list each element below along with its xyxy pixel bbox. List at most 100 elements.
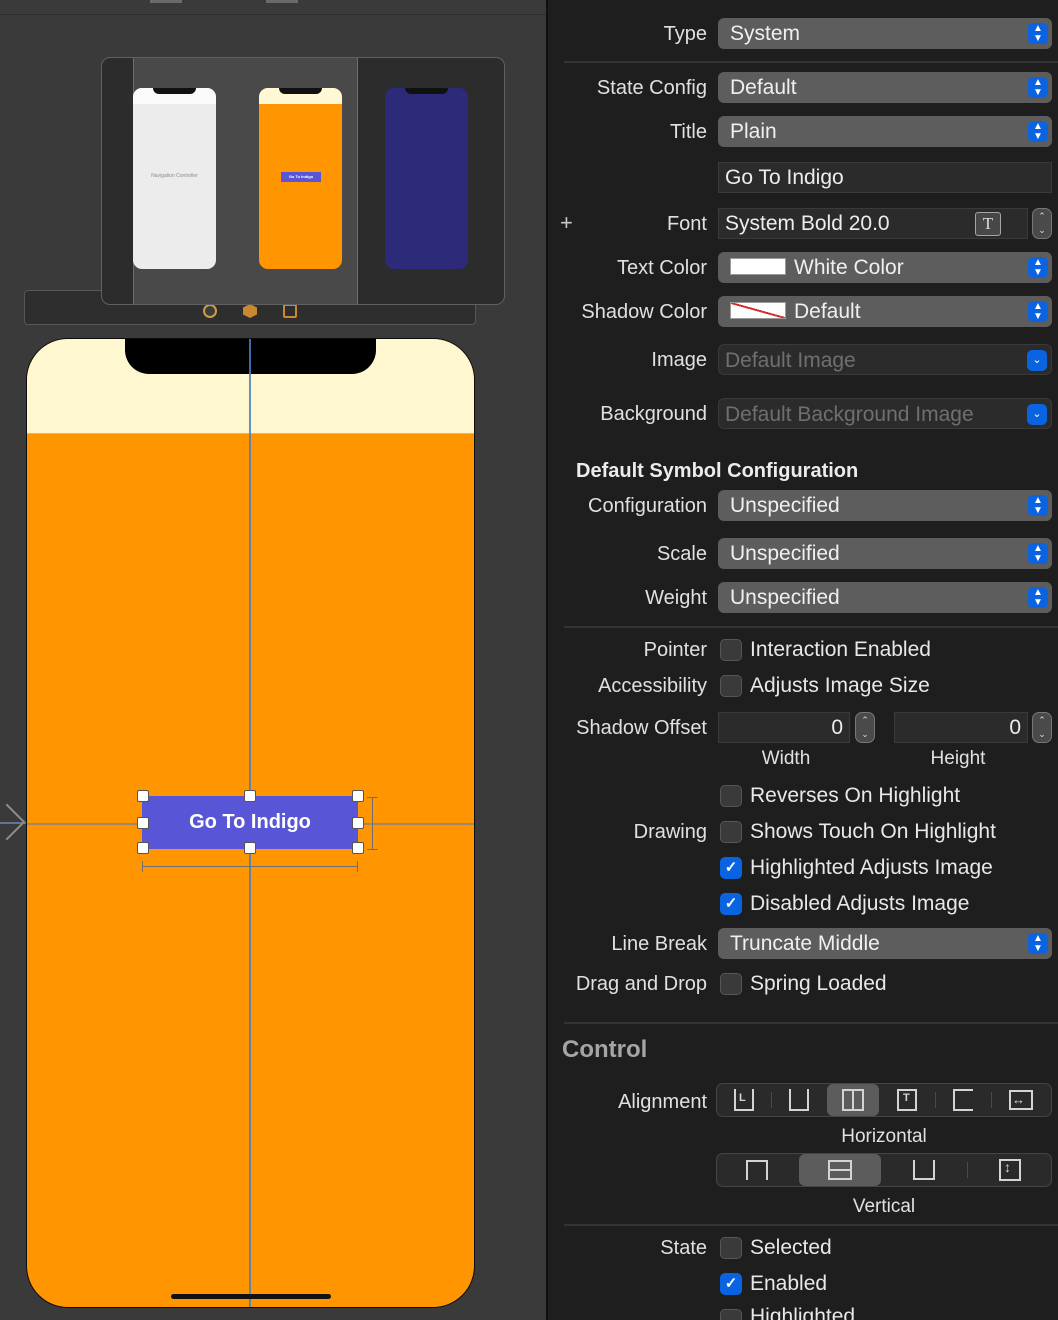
reverses-on-highlight-label: Reverses On Highlight — [750, 784, 961, 807]
align-vtop-button[interactable] — [719, 1154, 797, 1186]
selected-checkbox[interactable] — [720, 1237, 742, 1259]
align-vbottom-button[interactable] — [883, 1154, 965, 1186]
symbol-config-heading: Default Symbol Configuration — [576, 460, 859, 482]
spring-loaded-checkbox[interactable] — [720, 973, 742, 995]
attributes-inspector: Type System ▲ ▼ State Config Default ▲ ▼ T… — [548, 0, 1058, 1320]
chevron-down-icon: ⌄ — [1027, 350, 1047, 371]
canvas-top-border — [0, 14, 546, 15]
highlighted-checkbox[interactable] — [720, 1309, 742, 1320]
image-combo[interactable]: Default Image ⌄ — [718, 344, 1052, 375]
resize-handle[interactable] — [244, 790, 256, 802]
shadow-color-popup[interactable]: Default ▲ ▼ — [718, 296, 1052, 327]
shadow-offset-width-field[interactable]: 0 — [718, 712, 850, 743]
height-caption: Height — [930, 748, 986, 769]
highlighted-adjusts-image-checkbox[interactable]: ✓ — [720, 857, 742, 879]
resize-handle[interactable] — [137, 842, 149, 854]
font-size-stepper[interactable]: ⌃ ⌄ — [1032, 208, 1052, 239]
drag-drop-label: Drag and Drop — [575, 973, 707, 995]
align-top-button[interactable]: T — [881, 1084, 933, 1116]
align-left-button[interactable]: L — [719, 1084, 769, 1116]
add-variation-plus-icon[interactable]: + — [560, 210, 573, 236]
resize-handle[interactable] — [137, 790, 149, 802]
align-vcenter-icon-bar — [828, 1169, 852, 1171]
title-text-field[interactable]: Go To Indigo — [718, 162, 1052, 193]
align-right-button[interactable] — [937, 1084, 989, 1116]
thumbnail-orange-view-controller[interactable]: Go To Indigo — [259, 88, 342, 269]
highlighted-label: Highlighted — [750, 1305, 856, 1320]
shows-touch-checkbox[interactable] — [720, 821, 742, 843]
segment-separator — [967, 1162, 968, 1178]
exit-icon[interactable] — [283, 304, 297, 318]
resize-handle[interactable] — [352, 817, 364, 829]
horizontal-alignment-control: L T ↔ — [716, 1083, 1052, 1117]
line-break-popup[interactable]: Truncate Middle ▲ ▼ — [718, 928, 1052, 959]
align-vbottom-icon — [913, 1160, 935, 1180]
text-color-popup[interactable]: White Color ▲ ▼ — [718, 252, 1052, 283]
drawing-label: Drawing — [633, 821, 707, 843]
thumbnail-navigation-controller[interactable]: Navigation Controller — [133, 88, 216, 269]
image-placeholder: Default Image — [725, 349, 856, 372]
storyboard-canvas[interactable]: Navigation Controller Go To Indigo Go To… — [0, 0, 546, 1320]
chevron-updown-icon: ▲ ▼ — [1028, 933, 1048, 954]
align-center-icon — [789, 1089, 809, 1111]
align-top-glyph: T — [903, 1092, 910, 1104]
accessibility-label: Accessibility — [598, 675, 707, 697]
adjusts-image-size-checkbox[interactable] — [720, 675, 742, 697]
type-popup[interactable]: System ▲ ▼ — [718, 18, 1052, 49]
align-fill-horizontal-button[interactable]: ↔ — [993, 1084, 1049, 1116]
align-vtop-icon — [746, 1160, 768, 1180]
shadow-offset-label: Shadow Offset — [576, 717, 707, 739]
chevron-updown-icon: ▲ ▼ — [1028, 495, 1048, 516]
font-field[interactable]: System Bold 20.0 T — [718, 208, 1028, 239]
weight-popup[interactable]: Unspecified ▲ ▼ — [718, 582, 1052, 613]
align-fill-button[interactable] — [827, 1084, 879, 1116]
horizontal-caption: Horizontal — [841, 1126, 927, 1147]
title-label: Title — [669, 121, 707, 143]
align-vcenter-button[interactable] — [799, 1154, 881, 1186]
first-responder-icon[interactable] — [243, 304, 257, 318]
disabled-adjusts-image-checkbox[interactable]: ✓ — [720, 893, 742, 915]
enabled-checkbox[interactable]: ✓ — [720, 1273, 742, 1295]
chevron-updown-icon: ▲ ▼ — [1028, 587, 1048, 608]
scale-value: Unspecified — [730, 542, 840, 565]
resize-handle[interactable] — [352, 790, 364, 802]
chevron-updown-icon: ▲ ▼ — [1028, 257, 1048, 278]
shadow-offset-height-field[interactable]: 0 — [894, 712, 1028, 743]
type-value: System — [730, 22, 801, 45]
resize-handle[interactable] — [352, 842, 364, 854]
background-combo[interactable]: Default Background Image ⌄ — [718, 398, 1052, 429]
align-vfill-button[interactable]: ↕ — [969, 1154, 1049, 1186]
separator — [564, 1022, 1058, 1024]
resize-handle[interactable] — [137, 817, 149, 829]
shadow-height-stepper[interactable]: ⌃ ⌄ — [1032, 712, 1052, 743]
configuration-popup[interactable]: Unspecified ▲ ▼ — [718, 490, 1052, 521]
canvas-tab-marker — [266, 0, 298, 3]
line-break-label: Line Break — [611, 933, 707, 955]
pointer-label: Pointer — [643, 639, 707, 661]
resize-handle[interactable] — [244, 842, 256, 854]
thumbnail-indigo-view-controller[interactable] — [385, 88, 468, 269]
thumbnail-label: Navigation Controller — [151, 173, 198, 179]
separator — [564, 1224, 1058, 1226]
align-vfill-arrow: ↕ — [1004, 1159, 1011, 1175]
shadow-width-stepper[interactable]: ⌃ ⌄ — [855, 712, 875, 743]
weight-value: Unspecified — [730, 586, 840, 609]
font-picker-icon[interactable]: T — [975, 212, 1001, 236]
font-value: System Bold 20.0 — [725, 212, 890, 235]
scale-popup[interactable]: Unspecified ▲ ▼ — [718, 538, 1052, 569]
align-center-button[interactable] — [773, 1084, 825, 1116]
configuration-label: Configuration — [588, 495, 707, 517]
scene-navigator-preview: Navigation Controller Go To Indigo — [101, 57, 505, 305]
spring-loaded-label: Spring Loaded — [750, 972, 887, 995]
width-caption: Width — [761, 748, 811, 769]
width-dimension-line — [142, 861, 358, 872]
pointer-interaction-checkbox[interactable] — [720, 639, 742, 661]
shadow-color-label: Shadow Color — [581, 301, 707, 323]
state-config-popup[interactable]: Default ▲ ▼ — [718, 72, 1052, 103]
title-style-popup[interactable]: Plain ▲ ▼ — [718, 116, 1052, 147]
state-config-value: Default — [730, 76, 797, 99]
color-swatch — [730, 302, 786, 320]
view-controller-icon[interactable] — [203, 304, 217, 318]
reverses-on-highlight-checkbox[interactable] — [720, 785, 742, 807]
text-color-label: Text Color — [616, 257, 707, 279]
